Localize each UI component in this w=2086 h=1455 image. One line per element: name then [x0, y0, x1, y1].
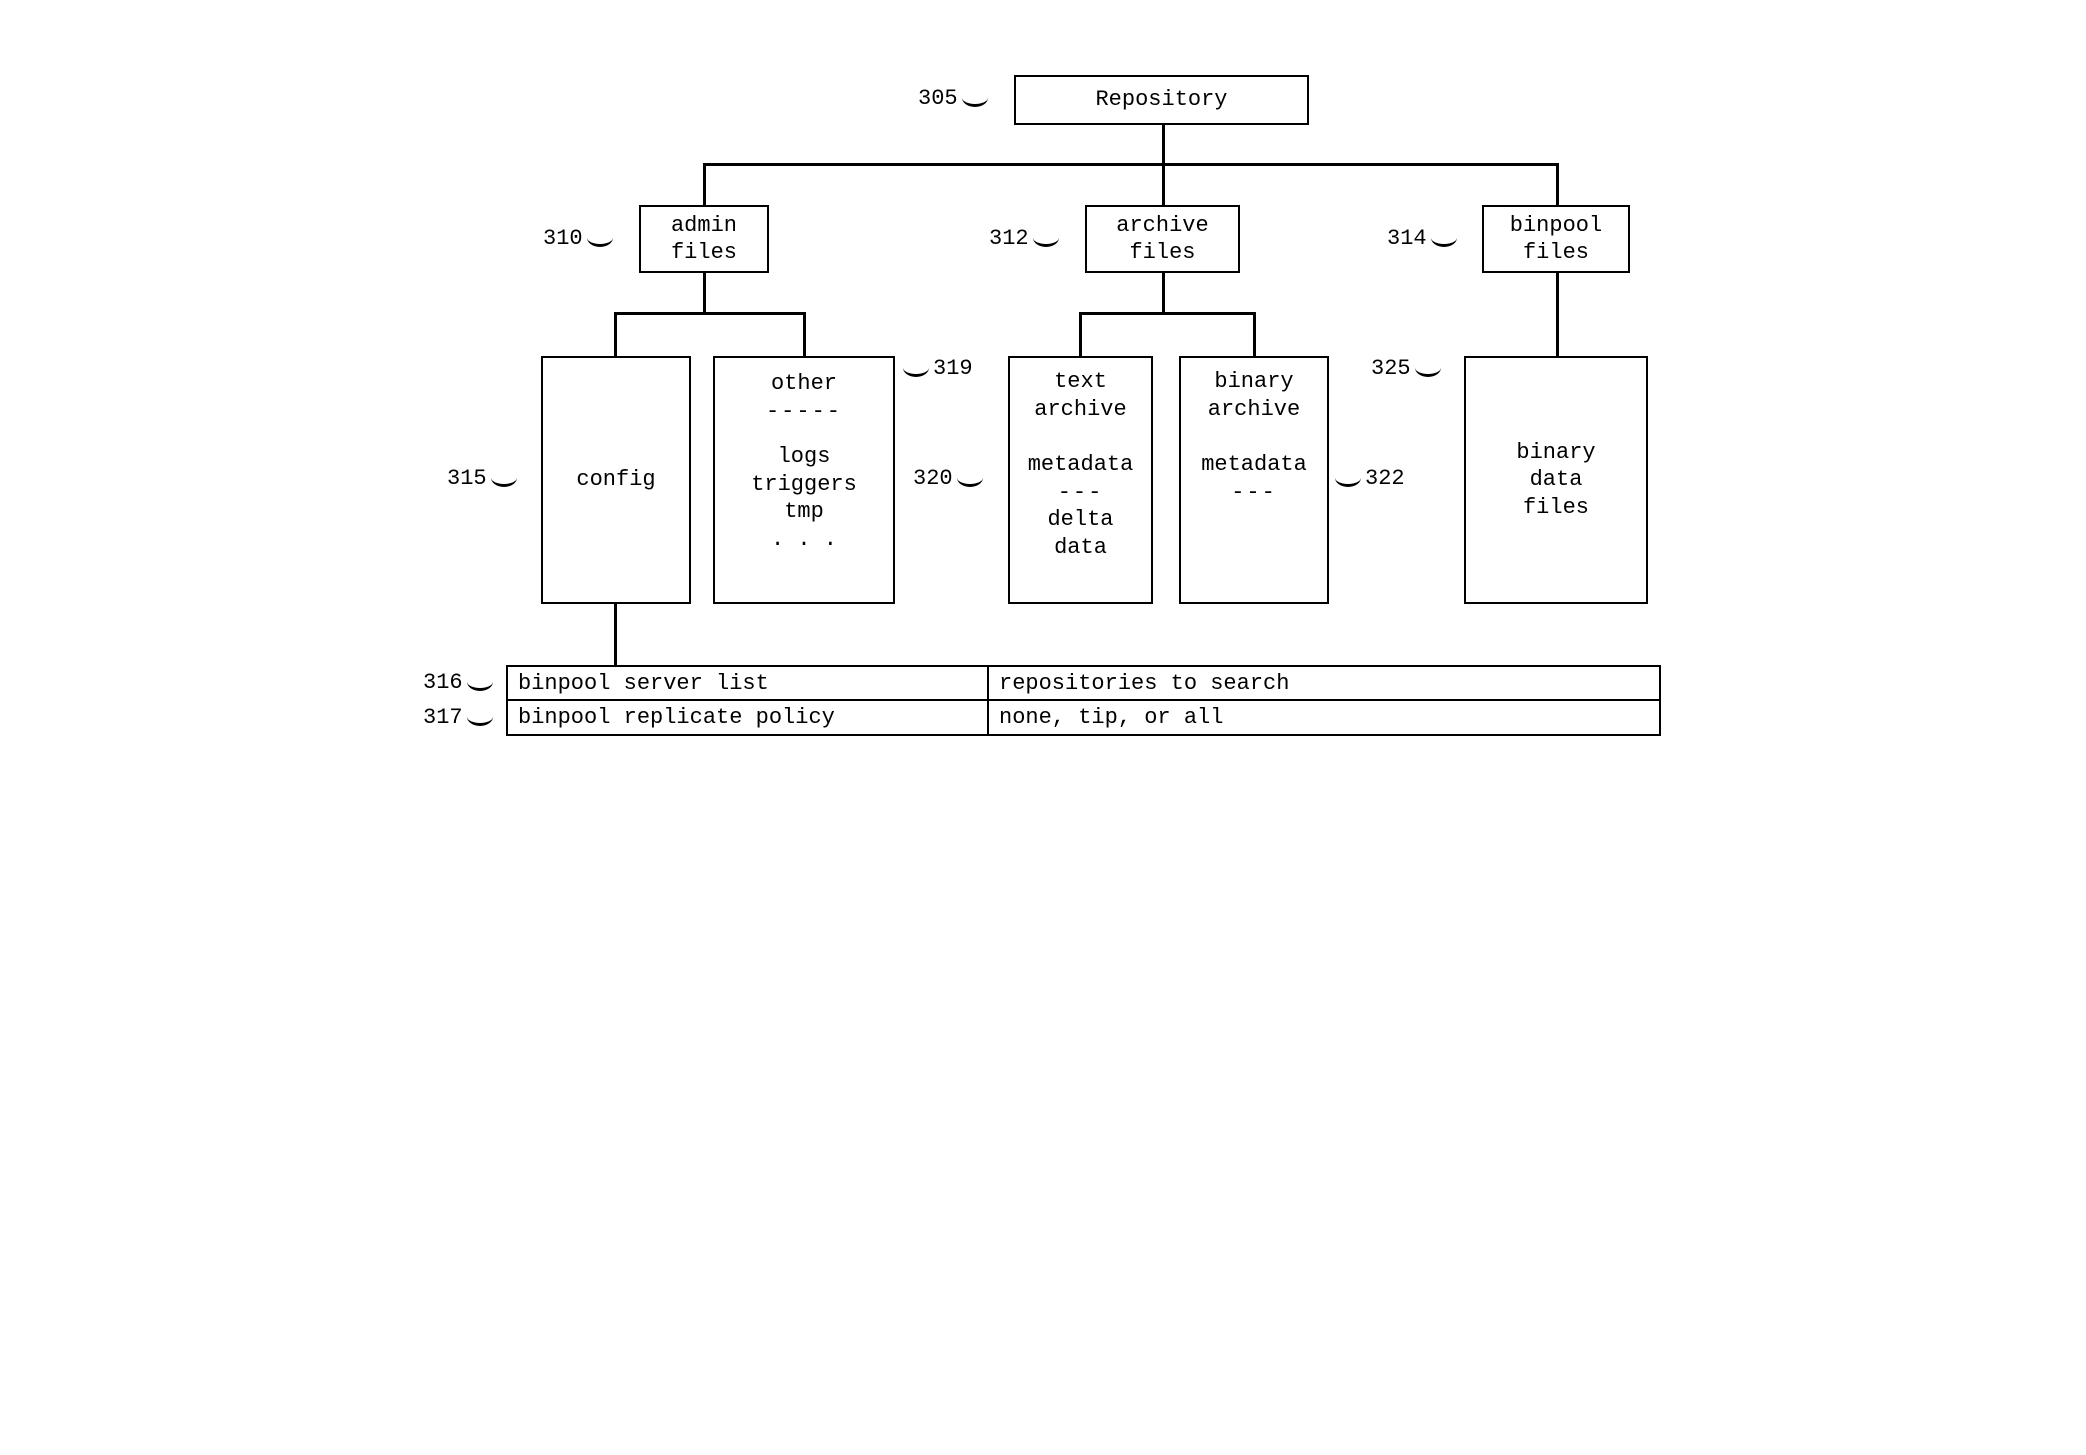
node-label: archive: [1034, 396, 1126, 424]
node-label: files: [1523, 494, 1589, 522]
separator: ---: [1058, 479, 1104, 507]
ref-number: 325: [1371, 356, 1411, 381]
node-label: metadata: [1201, 451, 1307, 479]
node-label: . . .: [771, 526, 837, 554]
ref-mark: [491, 470, 517, 487]
node-label: admin: [671, 212, 737, 240]
node-label: binary: [1214, 368, 1293, 396]
connector: [1556, 163, 1559, 207]
node-config: config: [541, 356, 691, 604]
node-label: delta: [1047, 506, 1113, 534]
node-label: data: [1530, 466, 1583, 494]
connector: [1079, 312, 1082, 358]
ref-number: 310: [543, 226, 583, 251]
node-other: other ----- logs triggers tmp . . .: [713, 356, 895, 604]
ref-label-319: 319: [899, 358, 973, 380]
node-label: text: [1054, 368, 1107, 396]
ref-mark: [467, 709, 493, 726]
ref-number: 305: [918, 86, 958, 111]
ref-label-305: 305: [918, 88, 992, 110]
node-binary-archive: binary archive metadata ---: [1179, 356, 1329, 604]
connector: [703, 272, 706, 314]
connector: [703, 163, 706, 207]
ref-number: 316: [423, 670, 463, 695]
connector: [1253, 312, 1256, 358]
connector: [803, 312, 806, 358]
ref-label-317: 317: [423, 707, 497, 729]
node-label: binpool: [1510, 212, 1602, 240]
ref-label-322: 322: [1331, 468, 1405, 490]
ref-mark: [962, 90, 988, 107]
node-repository: Repository: [1014, 75, 1309, 125]
ref-number: 322: [1365, 466, 1405, 491]
cell-text: none, tip, or all: [999, 705, 1223, 730]
ref-number: 314: [1387, 226, 1427, 251]
table-r1c2: repositories to search: [987, 665, 1661, 702]
ref-label-315: 315: [447, 468, 521, 490]
node-label: triggers: [751, 471, 857, 499]
connector: [1556, 272, 1559, 358]
connector: [1162, 272, 1165, 314]
node-label: data: [1054, 534, 1107, 562]
ref-number: 312: [989, 226, 1029, 251]
ref-mark: [1431, 230, 1457, 247]
ref-number: 317: [423, 705, 463, 730]
node-archive-files: archive files: [1085, 205, 1240, 273]
node-label: files: [1129, 239, 1195, 267]
ref-mark: [1335, 470, 1361, 487]
table-r2c1: binpool replicate policy: [506, 699, 990, 736]
node-label: metadata: [1028, 451, 1134, 479]
separator: -----: [766, 398, 842, 426]
node-label: binary: [1516, 439, 1595, 467]
connector: [615, 312, 805, 315]
ref-mark: [587, 230, 613, 247]
node-label: Repository: [1095, 86, 1227, 114]
node-label: archive: [1116, 212, 1208, 240]
node-label: files: [671, 239, 737, 267]
ref-mark: [1033, 230, 1059, 247]
ref-number: 319: [933, 356, 973, 381]
node-binpool-files: binpool files: [1482, 205, 1630, 273]
diagram-canvas: Repository admin files archive files bin…: [423, 0, 1663, 865]
connector: [614, 312, 617, 358]
node-text-archive: text archive metadata --- delta data: [1008, 356, 1153, 604]
node-label: config: [576, 466, 655, 494]
connector: [704, 163, 1559, 166]
cell-text: binpool server list: [518, 671, 769, 696]
ref-number: 320: [913, 466, 953, 491]
ref-label-310: 310: [543, 228, 617, 250]
ref-label-325: 325: [1371, 358, 1445, 380]
connector: [1162, 123, 1165, 165]
cell-text: binpool replicate policy: [518, 705, 835, 730]
ref-mark: [1415, 360, 1441, 377]
ref-number: 315: [447, 466, 487, 491]
connector: [614, 602, 617, 668]
connector: [1162, 163, 1165, 207]
table-r1c1: binpool server list: [506, 665, 990, 702]
connector: [1080, 312, 1255, 315]
ref-label-312: 312: [989, 228, 1063, 250]
node-binary-data-files: binary data files: [1464, 356, 1648, 604]
node-label: tmp: [784, 498, 824, 526]
ref-mark: [957, 470, 983, 487]
node-label: archive: [1208, 396, 1300, 424]
ref-label-314: 314: [1387, 228, 1461, 250]
cell-text: repositories to search: [999, 671, 1289, 696]
node-label: files: [1523, 239, 1589, 267]
ref-label-316: 316: [423, 672, 497, 694]
node-admin-files: admin files: [639, 205, 769, 273]
ref-label-320: 320: [913, 468, 987, 490]
node-label: logs: [778, 443, 831, 471]
node-label: other: [771, 370, 837, 398]
ref-mark: [903, 360, 929, 377]
ref-mark: [467, 674, 493, 691]
separator: ---: [1231, 479, 1277, 507]
table-r2c2: none, tip, or all: [987, 699, 1661, 736]
